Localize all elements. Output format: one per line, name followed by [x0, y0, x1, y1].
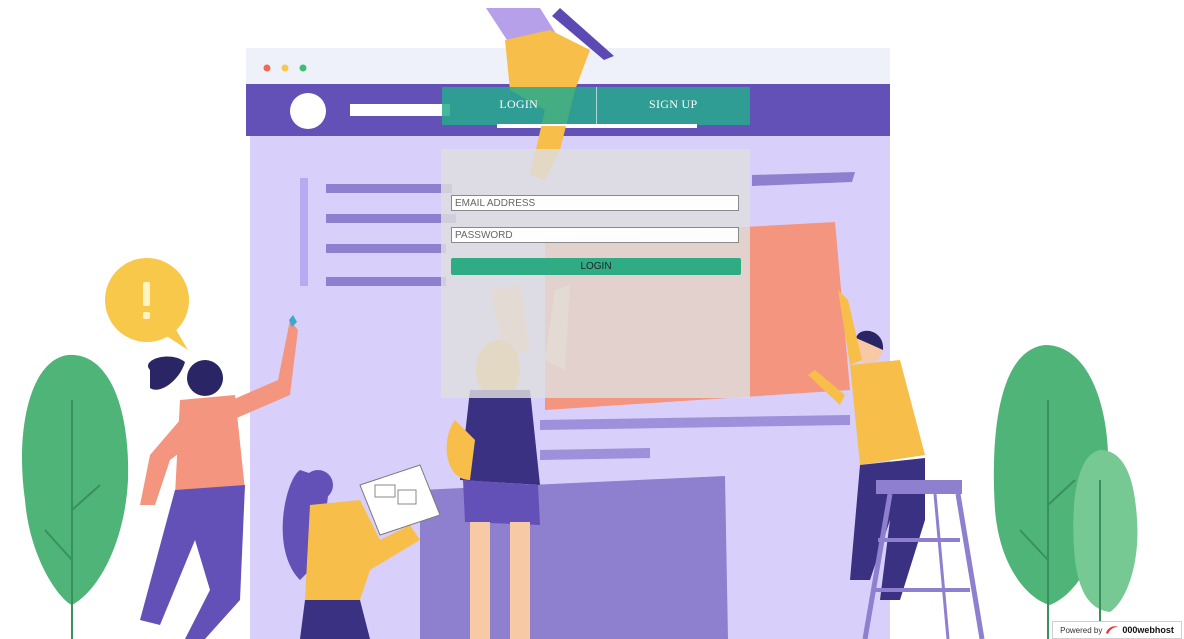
exclamation-bubble-icon — [105, 258, 189, 350]
tree-right-illustration — [993, 345, 1138, 639]
tab-signup-label: SIGN UP — [649, 97, 698, 111]
login-submit-button[interactable]: LOGIN — [451, 258, 741, 275]
tab-signup[interactable]: SIGN UP — [597, 87, 751, 125]
powered-by-badge[interactable]: Powered by 000webhost — [1052, 621, 1182, 639]
email-input[interactable] — [451, 195, 739, 211]
tab-login[interactable]: LOGIN — [442, 87, 597, 125]
password-input[interactable] — [451, 227, 739, 243]
login-form-panel: LOGIN — [441, 149, 750, 398]
tree-left-illustration — [21, 354, 129, 639]
auth-tabs: LOGIN SIGN UP — [442, 87, 751, 126]
brand-label: 000webhost — [1122, 625, 1174, 635]
tab-active-underline — [497, 124, 697, 126]
tab-login-label: LOGIN — [499, 97, 539, 111]
000webhost-swoosh-icon — [1106, 626, 1119, 634]
powered-by-label: Powered by — [1060, 625, 1103, 635]
